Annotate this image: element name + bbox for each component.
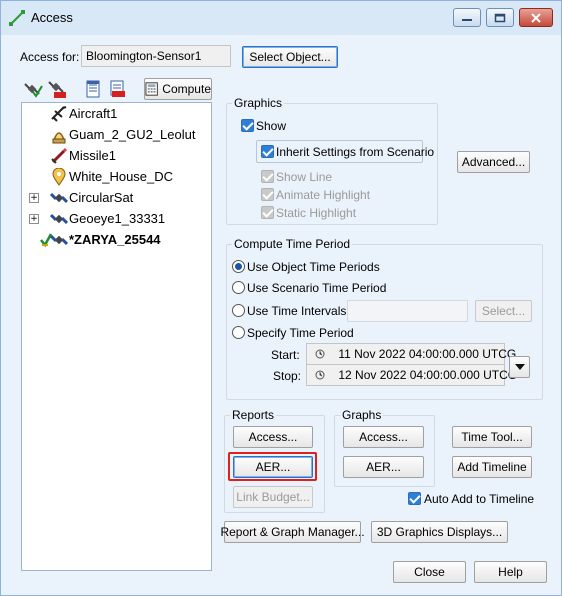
- maximize-button[interactable]: [486, 8, 514, 27]
- tree-item-label: Aircraft1: [69, 106, 118, 121]
- show-line-checkbox[interactable]: [261, 170, 274, 183]
- link-budget-button[interactable]: Link Budget...: [233, 486, 313, 508]
- minimize-button[interactable]: [453, 8, 481, 27]
- satellite-all-icon: [48, 81, 66, 98]
- object-tree[interactable]: Aircraft1 Guam_2_GU2_Leolut Missile1 Whi…: [21, 102, 212, 571]
- reports-title: Reports: [230, 408, 277, 422]
- tree-item-label: CircularSat: [69, 190, 134, 205]
- tree-item-label: White_House_DC: [69, 169, 174, 184]
- access-for-label: Access for:: [20, 50, 80, 64]
- graphics-title: Graphics: [232, 96, 285, 110]
- time-period-dropdown-button[interactable]: [509, 356, 530, 378]
- report-graph-manager-button[interactable]: Report & Graph Manager...: [220, 521, 365, 543]
- show-label: Show: [256, 119, 287, 133]
- tree-item-circularsat[interactable]: + CircularSat: [22, 188, 211, 208]
- chevron-down-icon: [514, 364, 525, 370]
- report-icon: [86, 80, 100, 98]
- tree-item-label: Missile1: [69, 148, 116, 163]
- compute-label: Compute: [162, 82, 211, 96]
- 3d-graphics-displays-button[interactable]: 3D Graphics Displays...: [371, 521, 508, 543]
- highlight-outline: [228, 452, 317, 481]
- stop-time-field: 12 Nov 2022 04:00:00.000 UTCG: [306, 364, 517, 386]
- show-checkbox[interactable]: [241, 119, 254, 132]
- start-time-value: 11 Nov 2022 04:00:00.000 UTCG: [338, 347, 517, 361]
- add-timeline-button[interactable]: Add Timeline: [452, 456, 532, 478]
- satellite-icon: [49, 210, 69, 228]
- graphs-title: Graphs: [340, 408, 384, 422]
- missile-icon: [50, 147, 68, 165]
- use-object-time-label: Use Object Time Periods: [247, 260, 380, 274]
- title-bar[interactable]: Access: [1, 1, 561, 35]
- select-intervals-button[interactable]: Select...: [475, 300, 532, 322]
- show-line-label: Show Line: [276, 170, 333, 184]
- inherit-settings-label: Inherit Settings from Scenario: [276, 145, 435, 159]
- tree-item-guam[interactable]: Guam_2_GU2_Leolut: [22, 125, 211, 145]
- compute-button[interactable]: Compute: [144, 78, 212, 100]
- expand-icon[interactable]: +: [29, 193, 39, 203]
- report-all-icon: [110, 80, 125, 97]
- aircraft-icon: [50, 105, 68, 123]
- select-object-button[interactable]: Select Object...: [242, 46, 338, 68]
- use-object-time-radio[interactable]: [232, 260, 245, 273]
- satellite-icon: [49, 189, 69, 207]
- use-scenario-time-label: Use Scenario Time Period: [247, 281, 387, 295]
- help-button[interactable]: Help: [474, 561, 547, 583]
- stop-label: Stop:: [273, 369, 302, 383]
- facility-icon: [50, 126, 68, 144]
- tree-item-missile1[interactable]: Missile1: [22, 146, 211, 166]
- toolbar-report-button[interactable]: [82, 79, 104, 99]
- clock-icon: [315, 347, 329, 362]
- inherit-settings-checkbox[interactable]: [261, 145, 274, 158]
- specify-time-label: Specify Time Period: [247, 326, 354, 340]
- use-time-intervals-radio[interactable]: [232, 304, 245, 317]
- graphs-access-button[interactable]: Access...: [343, 426, 424, 448]
- tree-item-aircraft1[interactable]: Aircraft1: [22, 104, 211, 124]
- close-icon: [531, 12, 541, 23]
- graphs-aer-button[interactable]: AER...: [343, 456, 424, 478]
- tree-item-label: Guam_2_GU2_Leolut: [69, 127, 196, 142]
- tree-item-white-house[interactable]: White_House_DC: [22, 167, 211, 187]
- maximize-icon: [494, 13, 506, 22]
- animate-highlight-checkbox[interactable]: [261, 188, 274, 201]
- toolbar-report-all-button[interactable]: [106, 79, 128, 99]
- reports-access-button[interactable]: Access...: [233, 426, 313, 448]
- toolbar-deselect-button[interactable]: [22, 79, 44, 99]
- toolbar-select-all-button[interactable]: [46, 79, 68, 99]
- minimize-icon: [462, 18, 472, 21]
- start-label: Start:: [271, 348, 300, 362]
- window-title: Access: [31, 10, 73, 25]
- specify-time-radio[interactable]: [232, 326, 245, 339]
- compute-time-title: Compute Time Period: [232, 237, 353, 251]
- clock-icon: [315, 368, 329, 383]
- advanced-button[interactable]: Advanced...: [457, 151, 530, 173]
- tree-item-label: *ZARYA_25544: [69, 232, 161, 247]
- use-scenario-time-radio[interactable]: [232, 281, 245, 294]
- calculator-icon: [145, 82, 158, 96]
- tree-item-geoeye1[interactable]: + Geoeye1_33331: [22, 209, 211, 229]
- static-highlight-checkbox[interactable]: [261, 206, 274, 219]
- expand-icon[interactable]: +: [29, 214, 39, 224]
- tree-item-label: Geoeye1_33331: [69, 211, 166, 226]
- time-tool-button[interactable]: Time Tool...: [452, 426, 532, 448]
- animate-highlight-label: Animate Highlight: [276, 188, 371, 202]
- place-icon: [50, 167, 68, 186]
- stop-time-value: 12 Nov 2022 04:00:00.000 UTCG: [338, 368, 518, 382]
- close-window-button[interactable]: [519, 8, 553, 27]
- auto-add-timeline-checkbox[interactable]: [408, 492, 421, 505]
- auto-add-timeline-label: Auto Add to Timeline: [424, 492, 535, 506]
- satellite-check-icon: [24, 83, 43, 98]
- access-app-icon: [8, 9, 26, 27]
- start-time-field: 11 Nov 2022 04:00:00.000 UTCG: [306, 343, 516, 365]
- satellite-icon: [49, 231, 69, 249]
- static-highlight-label: Static Highlight: [276, 206, 357, 220]
- close-button[interactable]: Close: [393, 561, 466, 583]
- use-time-intervals-label: Use Time Intervals: [247, 304, 347, 318]
- time-intervals-field: [347, 300, 468, 322]
- access-dialog: Access Access for: Bloomington-Sensor1 S…: [0, 0, 562, 596]
- access-for-field: Bloomington-Sensor1: [81, 45, 231, 67]
- tree-item-zarya[interactable]: *ZARYA_25544: [22, 230, 211, 250]
